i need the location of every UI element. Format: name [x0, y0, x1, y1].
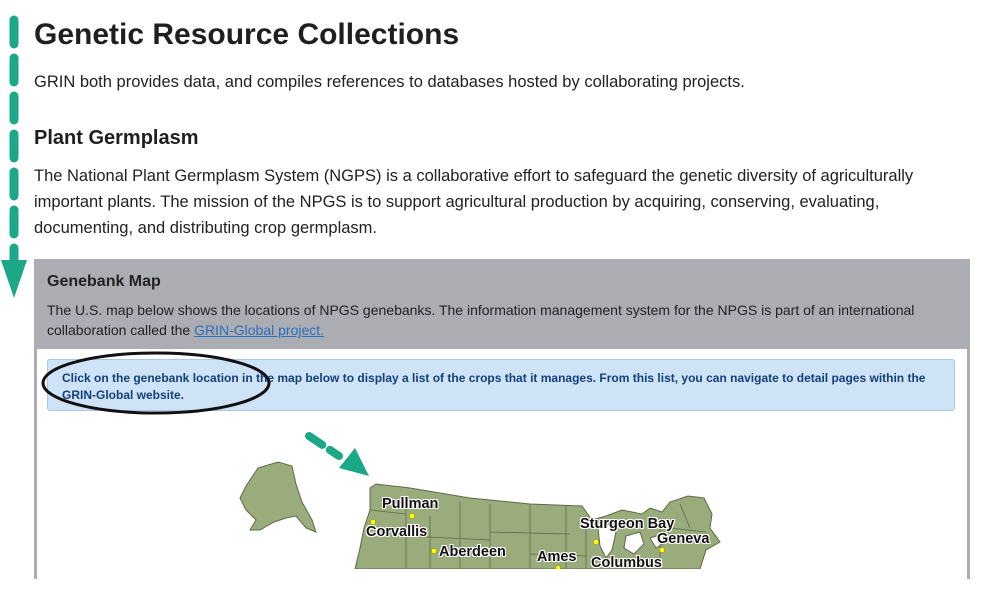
annotation-arrow-down [1, 15, 27, 298]
map-label-corvallis[interactable]: Corvallis [366, 524, 427, 540]
map-label-sturgeon-bay[interactable]: Sturgeon Bay [580, 516, 674, 532]
genebank-map[interactable]: Pullman Corvallis Aberdeen Ames Sturgeon… [230, 458, 730, 571]
map-label-ames[interactable]: Ames [537, 549, 577, 565]
panel-description-text: The U.S. map below shows the locations o… [47, 302, 915, 338]
panel-title: Genebank Map [47, 273, 161, 290]
section-description: The National Plant Germplasm System (NGP… [34, 167, 914, 237]
map-label-pullman[interactable]: Pullman [382, 496, 438, 512]
map-label-aberdeen[interactable]: Aberdeen [439, 544, 506, 560]
intro-text: GRIN both provides data, and compiles re… [34, 73, 745, 91]
grin-global-link[interactable]: GRIN-Global project. [194, 322, 324, 338]
page-title: Genetic Resource Collections [34, 18, 460, 51]
section-title: Plant Germplasm [34, 127, 199, 149]
panel-description: The U.S. map below shows the locations o… [47, 300, 947, 340]
instruction-notice: Click on the genebank location in the ma… [47, 359, 955, 411]
map-label-geneva[interactable]: Geneva [657, 531, 709, 547]
